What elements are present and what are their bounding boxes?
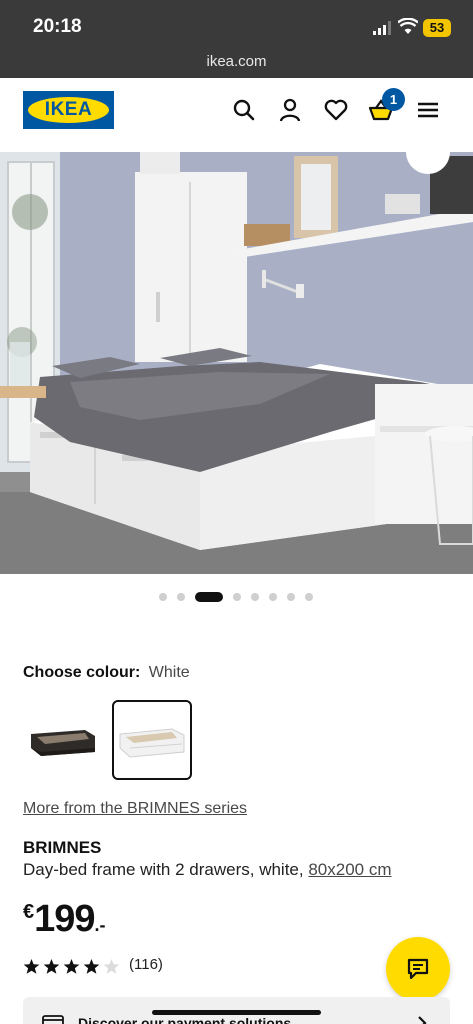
payment-icon [42,1015,64,1024]
price-decimals: .- [94,915,106,935]
selected-colour: White [148,664,190,681]
status-bar: 20:18 53 ikea.com [0,0,473,78]
series-link[interactable]: More from the BRIMNES series [23,800,247,818]
cart-count-badge: 1 [382,88,405,111]
review-count[interactable]: (116) [129,956,163,973]
colour-option-white[interactable] [112,700,192,780]
product-price: €199.- [23,898,106,942]
product-description-text: Day-bed frame with 2 drawers, white, [23,860,309,879]
product-name: BRIMNES [23,838,102,857]
pagination-dot[interactable] [251,593,259,601]
product-image[interactable] [0,152,473,574]
chevron-right-icon [418,1016,427,1024]
star-filled-icon [23,959,40,974]
colour-option-black-brown[interactable] [23,700,103,780]
colour-chooser-heading: Choose colour: White [23,664,190,682]
chat-icon [407,958,429,980]
site-header: IKEA [0,78,473,148]
battery-indicator: 53 [423,19,451,37]
menu-icon[interactable] [415,97,441,123]
pagination-dot[interactable] [159,593,167,601]
clock: 20:18 [33,16,82,37]
pagination-dot[interactable] [269,593,277,601]
price-whole: 199 [34,898,95,940]
pagination-dot[interactable] [177,593,185,601]
user-icon[interactable] [277,97,303,123]
star-filled-icon [83,959,100,974]
cellular-signal-icon [373,21,391,35]
ikea-logo[interactable]: IKEA [23,91,114,129]
payment-solutions-text: Discover our payment solutions [78,1015,292,1024]
search-icon[interactable] [231,97,257,123]
pagination-dot[interactable] [305,593,313,601]
home-indicator[interactable] [152,1010,321,1015]
pagination-dot[interactable] [233,593,241,601]
pagination-dot-active[interactable] [195,592,223,602]
star-filled-icon [63,959,80,974]
product-description: Day-bed frame with 2 drawers, white, 80x… [23,860,392,880]
size-link[interactable]: 80x200 cm [308,860,391,879]
wifi-icon [398,18,418,34]
chat-button[interactable] [386,937,450,1001]
price-currency: € [23,901,35,923]
colour-label: Choose colour: [23,664,141,681]
star-filled-icon [43,959,60,974]
gallery-pagination[interactable] [0,591,473,603]
address-bar[interactable]: ikea.com [0,53,473,70]
pagination-dot[interactable] [287,593,295,601]
heart-icon[interactable] [323,97,349,123]
star-empty-icon [103,959,120,974]
